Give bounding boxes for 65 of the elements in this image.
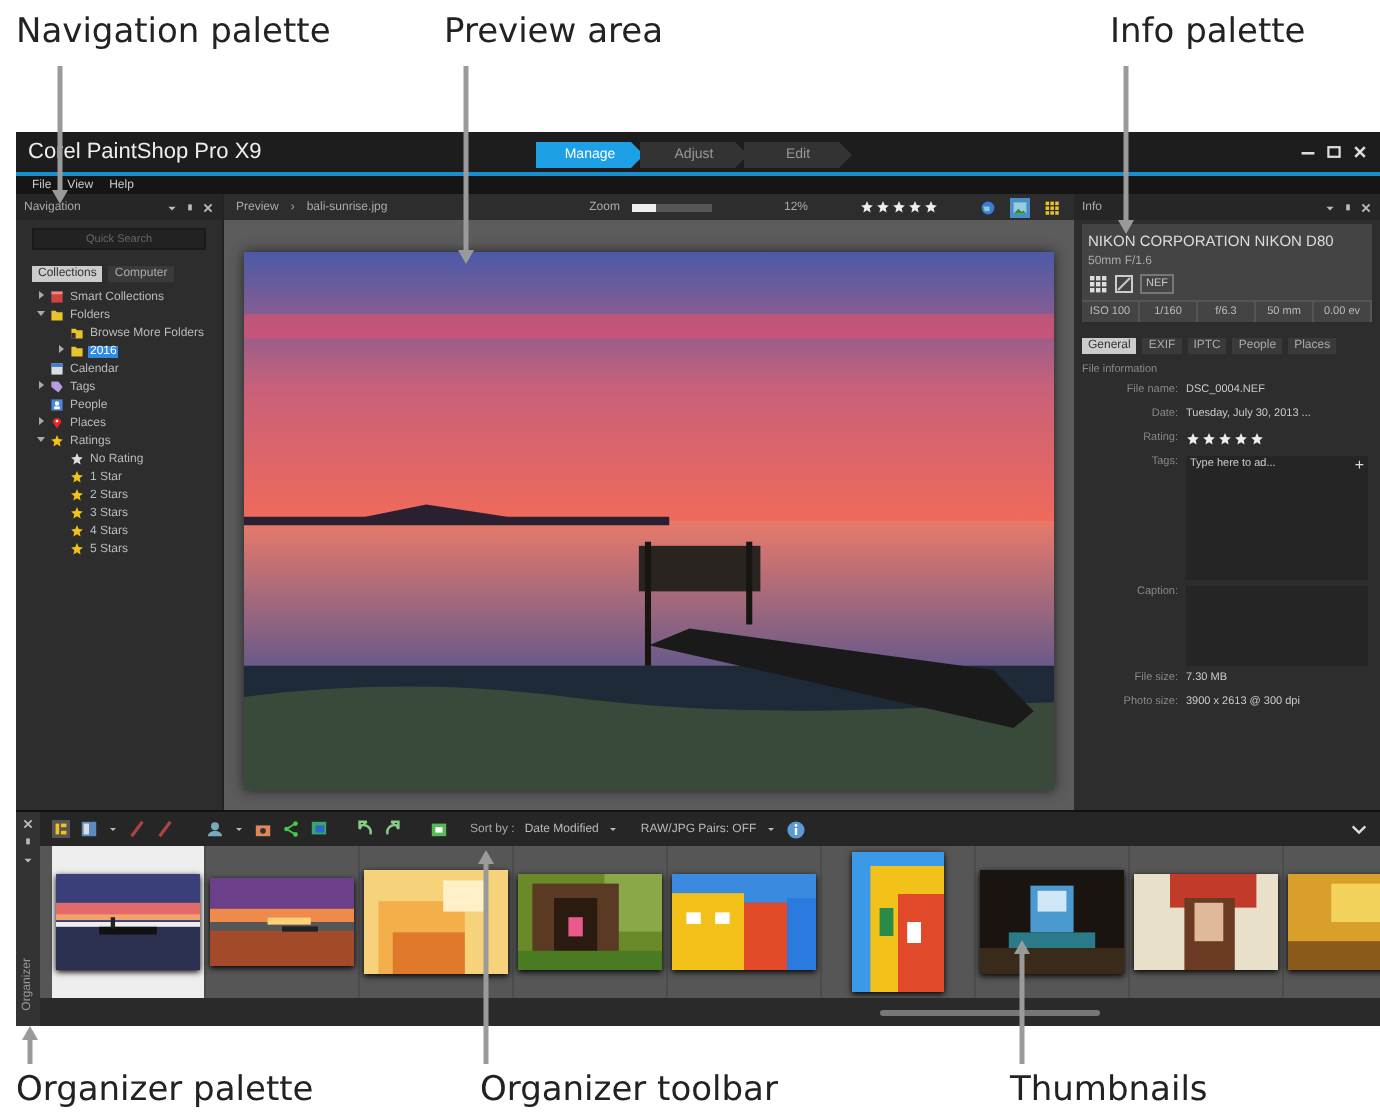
leader-line [22,1026,38,1064]
callout-label: Thumbnails [1010,1070,1208,1110]
caret-icon[interactable] [234,824,244,834]
folder-icon [50,308,64,322]
camera-icon[interactable] [254,820,272,838]
folder-icon [70,344,84,358]
star-icon [70,524,84,538]
file-icon[interactable] [1114,274,1134,294]
expander-icon[interactable] [36,290,46,300]
caret-icon[interactable] [766,824,777,834]
leader-line [1014,940,1030,1064]
thumbnail[interactable] [360,846,514,998]
caret-icon[interactable] [166,201,178,213]
star-icon [70,488,84,502]
expander-icon[interactable] [36,380,46,390]
redo-icon[interactable] [384,820,402,838]
expander-icon[interactable] [36,434,46,444]
maximize-icon[interactable] [1326,144,1342,160]
callout-label: Navigation palette [16,12,331,52]
callout-label: Preview area [444,12,663,52]
thumbnail[interactable] [206,846,360,998]
close-icon[interactable] [22,818,34,830]
thumbnail[interactable] [668,846,822,998]
expander-icon[interactable] [36,308,46,318]
globe-icon[interactable] [980,199,996,215]
callout-label: Organizer palette [16,1070,314,1110]
person-icon[interactable] [206,820,224,838]
close-icon[interactable] [1352,144,1368,160]
box-icon [50,290,64,304]
callout-label: Organizer toolbar [480,1070,778,1110]
grid-icon[interactable] [1088,274,1108,294]
thumbnail[interactable] [514,846,668,998]
callout-label: Info palette [1110,12,1306,52]
thumbnail[interactable] [976,846,1130,998]
caret-icon[interactable] [1324,201,1336,213]
zoom-slider[interactable] [631,203,712,211]
caret-icon[interactable] [22,854,34,866]
expander-icon[interactable] [56,344,66,354]
info-icon[interactable] [786,819,807,839]
close-icon[interactable] [202,201,214,213]
share-icon[interactable] [282,820,300,838]
star-icon [70,542,84,556]
map-pin-icon [50,416,64,430]
tag-icon [50,380,64,394]
close-icon[interactable] [1360,201,1372,213]
thumbnail[interactable] [1130,846,1284,998]
star-icon [70,452,84,466]
layout-icon[interactable] [80,820,98,838]
chevron-down-icon[interactable] [1350,820,1368,838]
star-icon [70,506,84,520]
undo-icon[interactable] [356,820,374,838]
person-icon [50,398,64,412]
star-icon [70,470,84,484]
grid-icon[interactable] [1044,199,1060,215]
thumbnail[interactable] [52,846,206,998]
panel-icon[interactable] [52,820,70,838]
star-icon [50,434,64,448]
image-icon[interactable] [1012,199,1028,215]
scrollbar-thumb[interactable] [880,1009,1100,1015]
folder-icon [70,326,84,340]
caret-icon[interactable] [108,824,118,834]
add-button[interactable]: + [1354,458,1364,472]
star-rating[interactable] [860,200,938,214]
caret-icon[interactable] [608,824,619,834]
expander-icon[interactable] [36,416,46,426]
